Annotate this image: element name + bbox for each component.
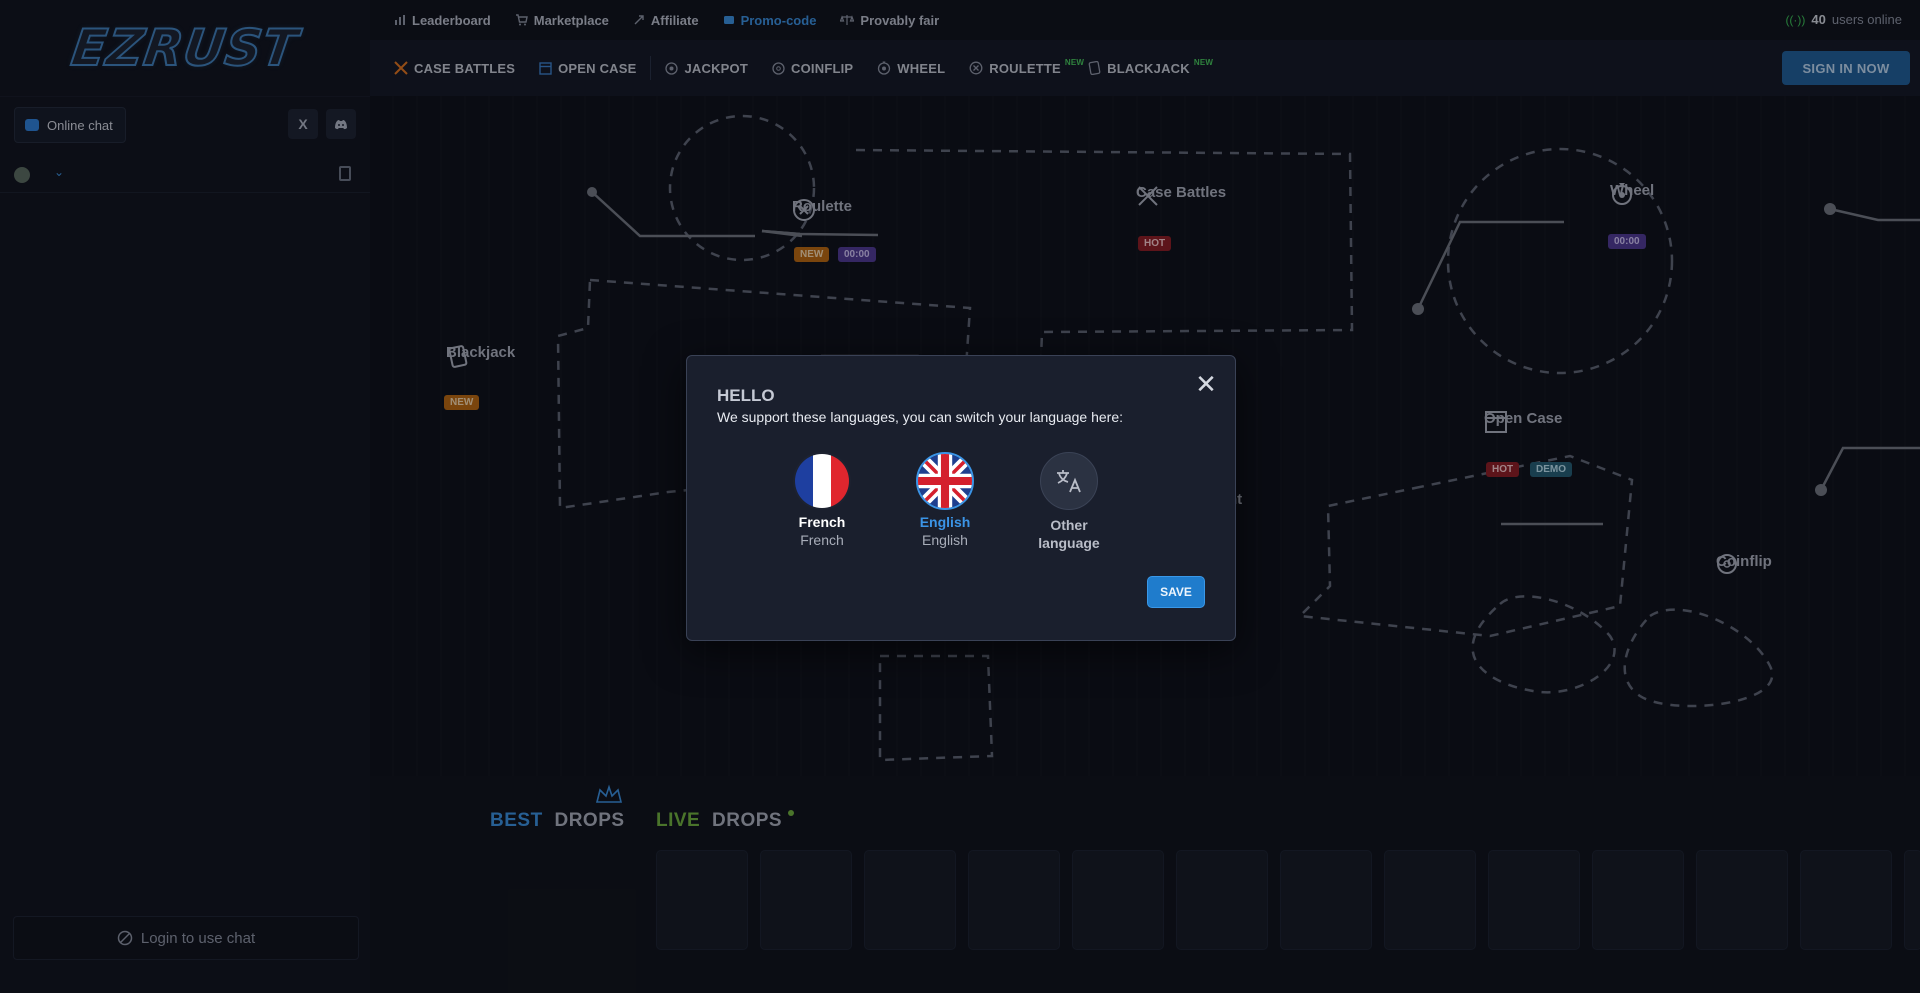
close-icon[interactable]: ✕ [1193, 371, 1219, 397]
modal-subtitle: We support these languages, you can swit… [717, 409, 1123, 425]
language-name: Other language [1038, 517, 1100, 551]
language-native-name: French [800, 532, 844, 548]
language-name: French [798, 514, 846, 530]
language-name: English [919, 514, 971, 530]
uk-flag-icon [916, 452, 974, 510]
french-flag-icon [793, 452, 851, 510]
translate-icon [1040, 452, 1098, 510]
language-option-other[interactable]: Other language [1019, 452, 1119, 552]
language-native-name: English [922, 532, 968, 548]
save-button[interactable]: SAVE [1147, 576, 1205, 608]
language-option-english[interactable]: English English [895, 452, 995, 548]
language-modal: HELLO We support these languages, you ca… [686, 355, 1236, 641]
modal-title: HELLO [717, 386, 775, 405]
language-option-french[interactable]: French French [772, 452, 872, 548]
